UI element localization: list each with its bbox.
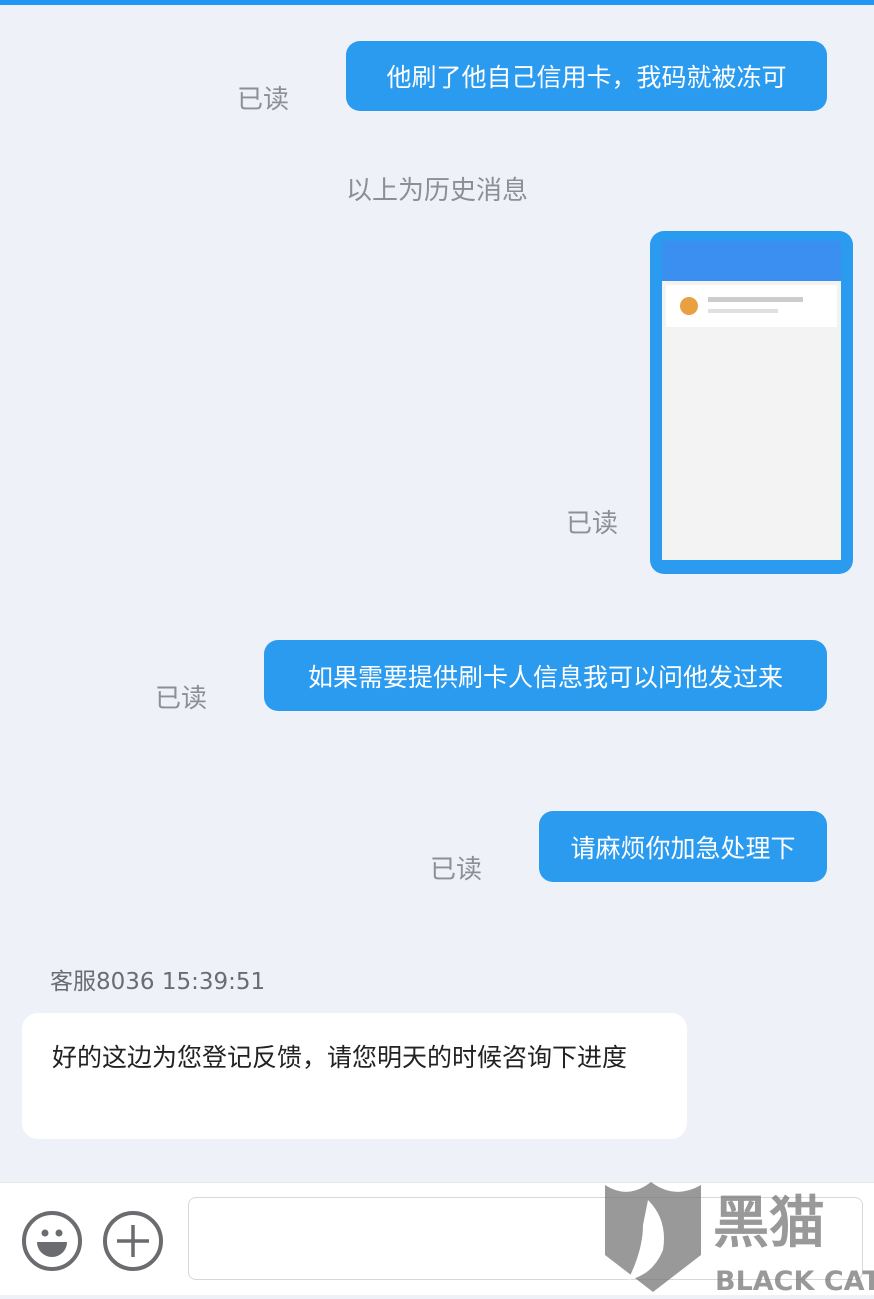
plus-circle-icon[interactable]	[103, 1211, 163, 1271]
history-divider: 以上为历史消息	[345, 176, 528, 206]
screenshot-thumbnail	[662, 241, 841, 560]
read-status: 已读	[430, 855, 483, 885]
smiley-face-icon[interactable]	[22, 1211, 82, 1271]
blackcat-watermark: 黑猫 BLACK CAT	[603, 1180, 874, 1297]
agent-message-bubble[interactable]: 好的这边为您登记反馈，请您明天的时候咨询下进度	[22, 1013, 687, 1139]
top-accent-bar	[0, 0, 874, 5]
svg-text:黑猫: 黑猫	[713, 1191, 825, 1256]
svg-text:BLACK CAT: BLACK CAT	[715, 1266, 874, 1295]
message-bubble[interactable]: 他刷了他自己信用卡，我码就被冻可	[346, 41, 827, 111]
read-status: 已读	[566, 509, 619, 539]
read-status: 已读	[237, 85, 290, 115]
read-status: 已读	[155, 684, 208, 714]
message-bubble[interactable]: 如果需要提供刷卡人信息我可以问他发过来	[264, 640, 827, 711]
image-message[interactable]	[650, 231, 853, 574]
message-bubble[interactable]: 请麻烦你加急处理下	[539, 811, 827, 882]
agent-label: 客服8036 15:39:51	[50, 969, 266, 995]
